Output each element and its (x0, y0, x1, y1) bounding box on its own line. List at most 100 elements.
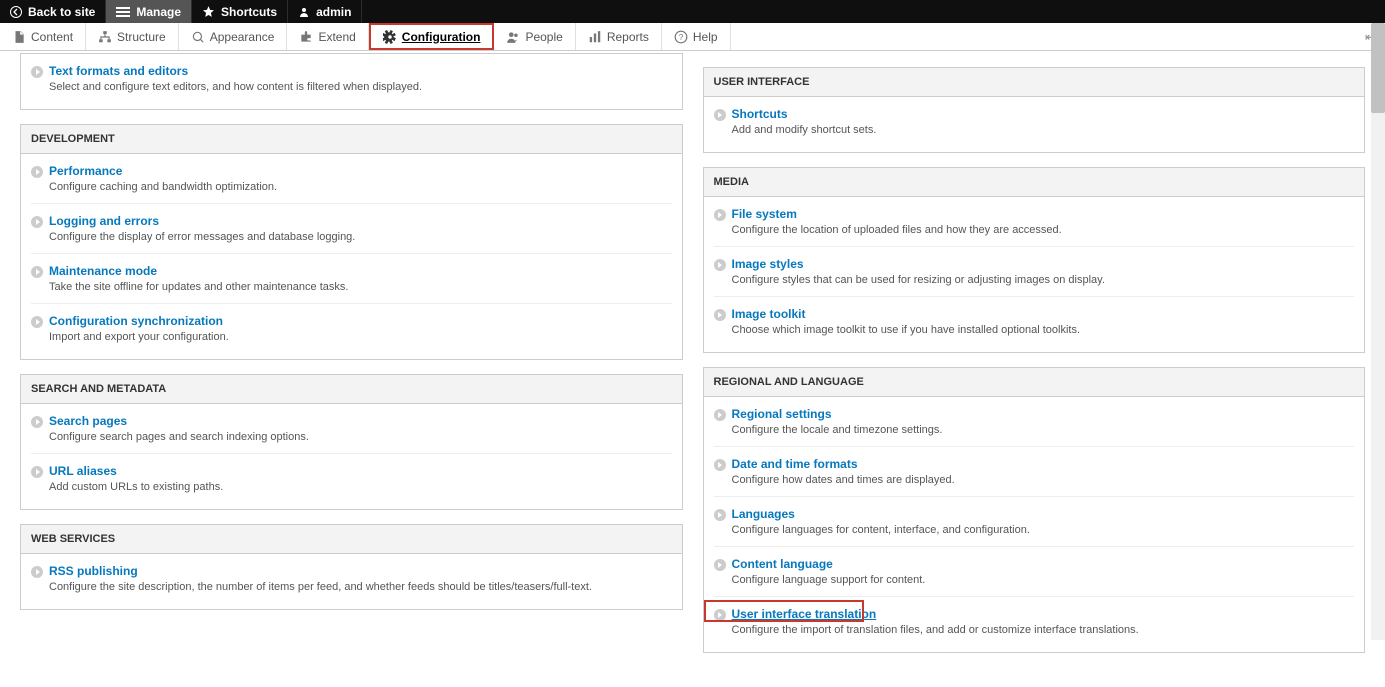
link-regional-settings[interactable]: Regional settings (732, 407, 832, 421)
appearance-icon (191, 30, 205, 44)
link-languages[interactable]: Languages (732, 507, 795, 521)
tab-appearance[interactable]: Appearance (179, 23, 288, 50)
chevron-right-icon (714, 559, 726, 571)
panel-user-interface: USER INTERFACE Shortcuts Add and modify … (703, 67, 1366, 153)
panel-regional-language: REGIONAL AND LANGUAGE Regional settings … (703, 367, 1366, 653)
tab-reports[interactable]: Reports (576, 23, 662, 50)
panel-header-ui: USER INTERFACE (704, 68, 1365, 97)
config-content: Text formats and editors Select and conf… (0, 51, 1385, 687)
structure-icon (98, 30, 112, 44)
link-search-pages[interactable]: Search pages (49, 414, 127, 428)
back-to-site-label: Back to site (28, 5, 95, 19)
tab-configuration[interactable]: Configuration (369, 23, 495, 50)
people-icon (506, 30, 520, 44)
chevron-right-icon (714, 209, 726, 221)
chevron-right-icon (714, 459, 726, 471)
back-to-site-button[interactable]: Back to site (0, 0, 106, 23)
link-file-system[interactable]: File system (732, 207, 797, 221)
left-column: Text formats and editors Select and conf… (20, 53, 683, 667)
star-icon (202, 5, 215, 18)
chevron-right-icon (31, 466, 43, 478)
panel-search-metadata: SEARCH AND METADATA Search pages Configu… (20, 374, 683, 510)
tab-extend[interactable]: Extend (287, 23, 368, 50)
link-image-styles[interactable]: Image styles (732, 257, 804, 271)
desc-text-formats: Select and configure text editors, and h… (49, 81, 672, 93)
config-item-text-formats: Text formats and editors Select and conf… (31, 58, 672, 99)
link-text-formats[interactable]: Text formats and editors (49, 64, 188, 78)
help-icon: ? (674, 30, 688, 44)
chevron-right-icon (714, 109, 726, 121)
link-performance[interactable]: Performance (49, 164, 122, 178)
config-item-image-styles: Image styles Configure styles that can b… (714, 246, 1355, 292)
link-url-aliases[interactable]: URL aliases (49, 464, 117, 478)
tab-content[interactable]: Content (0, 23, 86, 50)
config-item-shortcuts: Shortcuts Add and modify shortcut sets. (714, 101, 1355, 142)
link-content-language[interactable]: Content language (732, 557, 833, 571)
hamburger-icon (116, 6, 130, 18)
config-item-content-language: Content language Configure language supp… (714, 546, 1355, 592)
svg-text:?: ? (679, 32, 684, 41)
tab-people[interactable]: People (494, 23, 575, 50)
chevron-right-icon (31, 166, 43, 178)
tab-structure[interactable]: Structure (86, 23, 179, 50)
chevron-right-icon (31, 416, 43, 428)
admin-menu: Content Structure Appearance Extend Conf… (0, 23, 1385, 51)
extend-icon (299, 30, 313, 44)
scrollbar-thumb[interactable] (1371, 23, 1385, 113)
config-item-rss: RSS publishing Configure the site descri… (31, 558, 672, 599)
manage-button[interactable]: Manage (106, 0, 192, 23)
config-item-image-toolkit: Image toolkit Choose which image toolkit… (714, 296, 1355, 342)
panel-header-media: MEDIA (704, 168, 1365, 197)
panel-header-search: SEARCH AND METADATA (21, 375, 682, 404)
config-item-languages: Languages Configure languages for conten… (714, 496, 1355, 542)
shortcuts-label: Shortcuts (221, 5, 277, 19)
config-item-search-pages: Search pages Configure search pages and … (31, 408, 672, 449)
panel-header-regional: REGIONAL AND LANGUAGE (704, 368, 1365, 397)
config-item-regional-settings: Regional settings Configure the locale a… (714, 401, 1355, 442)
config-item-ui-translation: User interface translation Configure the… (714, 596, 1355, 642)
content-icon (12, 30, 26, 44)
link-shortcuts[interactable]: Shortcuts (732, 107, 788, 121)
config-item-date-time: Date and time formats Configure how date… (714, 446, 1355, 492)
chevron-right-icon (31, 266, 43, 278)
chevron-right-icon (31, 316, 43, 328)
shortcuts-button[interactable]: Shortcuts (192, 0, 288, 23)
chevron-right-icon (714, 509, 726, 521)
panel-web-services: WEB SERVICES RSS publishing Configure th… (20, 524, 683, 610)
panel-header-development: DEVELOPMENT (21, 125, 682, 154)
config-item-performance: Performance Configure caching and bandwi… (31, 158, 672, 199)
chevron-right-icon (31, 216, 43, 228)
panel-development: DEVELOPMENT Performance Configure cachin… (20, 124, 683, 360)
user-label: admin (316, 5, 351, 19)
panel-media: MEDIA File system Configure the location… (703, 167, 1366, 353)
user-menu-button[interactable]: admin (288, 0, 362, 23)
link-logging[interactable]: Logging and errors (49, 214, 159, 228)
link-rss[interactable]: RSS publishing (49, 564, 138, 578)
chevron-right-icon (714, 609, 726, 621)
link-maintenance[interactable]: Maintenance mode (49, 264, 157, 278)
link-image-toolkit[interactable]: Image toolkit (732, 307, 806, 321)
config-item-maintenance: Maintenance mode Take the site offline f… (31, 253, 672, 299)
back-arrow-icon (10, 6, 22, 18)
panel-header-web: WEB SERVICES (21, 525, 682, 554)
config-item-file-system: File system Configure the location of up… (714, 201, 1355, 242)
chevron-right-icon (714, 409, 726, 421)
config-item-config-sync: Configuration synchronization Import and… (31, 303, 672, 349)
right-column: USER INTERFACE Shortcuts Add and modify … (703, 53, 1366, 667)
manage-label: Manage (136, 5, 181, 19)
link-date-time[interactable]: Date and time formats (732, 457, 858, 471)
chevron-right-icon (31, 566, 43, 578)
vertical-scrollbar[interactable] (1371, 23, 1385, 640)
config-item-logging: Logging and errors Configure the display… (31, 203, 672, 249)
chevron-right-icon (714, 309, 726, 321)
panel-content-authoring-partial: Text formats and editors Select and conf… (20, 53, 683, 110)
link-config-sync[interactable]: Configuration synchronization (49, 314, 223, 328)
tab-help[interactable]: ? Help (662, 23, 731, 50)
configuration-icon (383, 30, 397, 44)
link-ui-translation[interactable]: User interface translation (732, 607, 877, 621)
reports-icon (588, 30, 602, 44)
config-item-url-aliases: URL aliases Add custom URLs to existing … (31, 453, 672, 499)
chevron-right-icon (714, 259, 726, 271)
user-icon (298, 6, 310, 18)
top-toolbar: Back to site Manage Shortcuts admin (0, 0, 1385, 23)
